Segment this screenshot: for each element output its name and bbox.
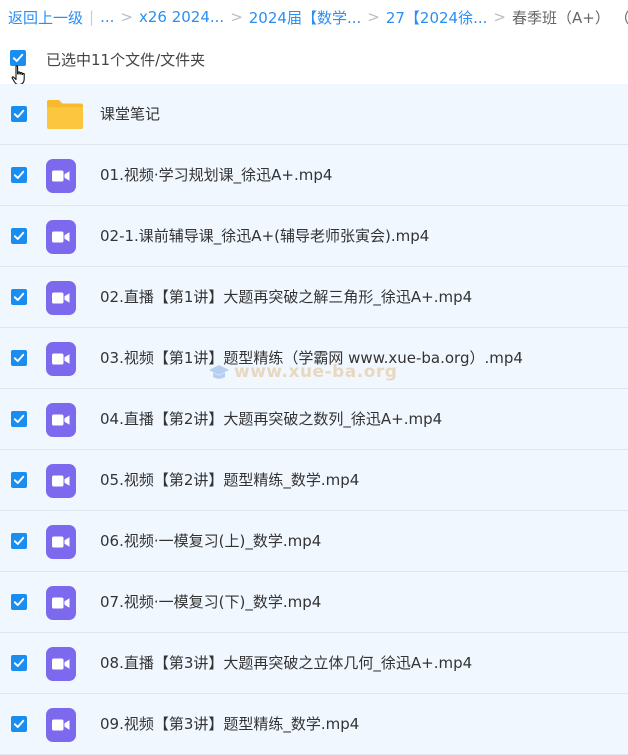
video-file-icon (46, 464, 76, 498)
breadcrumb-current: 春季班（A+） （ (511, 8, 628, 27)
row-checkbox[interactable] (11, 472, 27, 488)
breadcrumb-separator: > (120, 8, 133, 26)
video-file-icon (46, 403, 76, 437)
file-row-video[interactable]: 05.视频【第2讲】题型精练_数学.mp4 (0, 450, 628, 511)
file-name[interactable]: 07.视频·一模复习(下)_数学.mp4 (100, 591, 321, 612)
breadcrumb: 返回上一级 | ... > x26 2024... > 2024届【数学... … (0, 0, 628, 34)
row-checkbox[interactable] (11, 106, 27, 122)
row-checkbox[interactable] (11, 716, 27, 732)
checkmark-icon (13, 597, 25, 606)
row-checkbox[interactable] (11, 228, 27, 244)
video-file-icon (46, 708, 76, 742)
row-checkbox[interactable] (11, 167, 27, 183)
file-name[interactable]: 06.视频·一模复习(上)_数学.mp4 (100, 530, 321, 551)
row-checkbox[interactable] (11, 350, 27, 366)
breadcrumb-separator: > (493, 8, 506, 26)
file-row-video[interactable]: 08.直播【第3讲】大题再突破之立体几何_徐迅A+.mp4 (0, 633, 628, 694)
file-list: 课堂笔记 01.视频·学习规划课_徐迅A+.mp4 02-1.课前辅导课_徐迅A… (0, 84, 628, 755)
checkmark-icon (13, 170, 25, 179)
checkmark-icon (13, 109, 25, 118)
checkmark-icon (13, 658, 25, 667)
file-name[interactable]: 05.视频【第2讲】题型精练_数学.mp4 (100, 469, 359, 490)
file-name[interactable]: 09.视频【第3讲】题型精练_数学.mp4 (100, 713, 359, 734)
selection-count-text: 已选中11个文件/文件夹 (46, 51, 206, 69)
row-checkbox[interactable] (11, 411, 27, 427)
file-name[interactable]: 08.直播【第3讲】大题再突破之立体几何_徐迅A+.mp4 (100, 652, 472, 673)
selection-bar: 已选中11个文件/文件夹 (0, 40, 628, 86)
breadcrumb-item-2024-math[interactable]: 2024届【数学... (249, 7, 361, 28)
checkmark-icon (13, 353, 25, 362)
checkmark-icon (13, 231, 25, 240)
file-row-video[interactable]: 01.视频·学习规划课_徐迅A+.mp4 (0, 145, 628, 206)
breadcrumb-back-link[interactable]: 返回上一级 (8, 7, 83, 28)
file-name[interactable]: 课堂笔记 (100, 103, 160, 124)
breadcrumb-separator: > (367, 8, 380, 26)
row-checkbox[interactable] (11, 533, 27, 549)
breadcrumb-item-ellipsis[interactable]: ... (100, 8, 114, 26)
checkmark-icon (13, 292, 25, 301)
file-row-video[interactable]: 02.直播【第1讲】大题再突破之解三角形_徐迅A+.mp4 (0, 267, 628, 328)
video-file-icon (46, 159, 76, 193)
row-checkbox[interactable] (11, 594, 27, 610)
file-row-video[interactable]: 07.视频·一模复习(下)_数学.mp4 (0, 572, 628, 633)
breadcrumb-divider: | (89, 8, 95, 26)
checkmark-icon (13, 414, 25, 423)
file-row-video[interactable]: 02-1.课前辅导课_徐迅A+(辅导老师张寅会).mp4 (0, 206, 628, 267)
video-file-icon (46, 525, 76, 559)
file-row-video[interactable]: 06.视频·一模复习(上)_数学.mp4 (0, 511, 628, 572)
checkmark-icon (13, 536, 25, 545)
breadcrumb-item-27[interactable]: 27【2024徐... (386, 7, 488, 28)
file-row-video[interactable]: 03.视频【第1讲】题型精练（学霸网 www.xue-ba.org）.mp4 (0, 328, 628, 389)
file-name[interactable]: 01.视频·学习规划课_徐迅A+.mp4 (100, 164, 332, 185)
breadcrumb-separator: > (230, 8, 243, 26)
file-name[interactable]: 02.直播【第1讲】大题再突破之解三角形_徐迅A+.mp4 (100, 286, 472, 307)
video-file-icon (46, 220, 76, 254)
file-name[interactable]: 04.直播【第2讲】大题再突破之数列_徐迅A+.mp4 (100, 408, 442, 429)
file-row-video[interactable]: 04.直播【第2讲】大题再突破之数列_徐迅A+.mp4 (0, 389, 628, 450)
breadcrumb-item-x26[interactable]: x26 2024... (139, 8, 224, 26)
folder-icon (46, 98, 84, 130)
video-file-icon (46, 586, 76, 620)
file-row-video[interactable]: 09.视频【第3讲】题型精练_数学.mp4 (0, 694, 628, 755)
video-file-icon (46, 647, 76, 681)
checkmark-icon (13, 719, 25, 728)
checkmark-icon (13, 475, 25, 484)
video-file-icon (46, 342, 76, 376)
file-row-folder[interactable]: 课堂笔记 (0, 84, 628, 145)
file-name[interactable]: 03.视频【第1讲】题型精练（学霸网 www.xue-ba.org）.mp4 (100, 347, 523, 368)
file-name[interactable]: 02-1.课前辅导课_徐迅A+(辅导老师张寅会).mp4 (100, 225, 429, 246)
select-all-checkbox[interactable] (10, 50, 26, 66)
video-file-icon (46, 281, 76, 315)
row-checkbox[interactable] (11, 655, 27, 671)
checkmark-icon (12, 53, 24, 62)
row-checkbox[interactable] (11, 289, 27, 305)
